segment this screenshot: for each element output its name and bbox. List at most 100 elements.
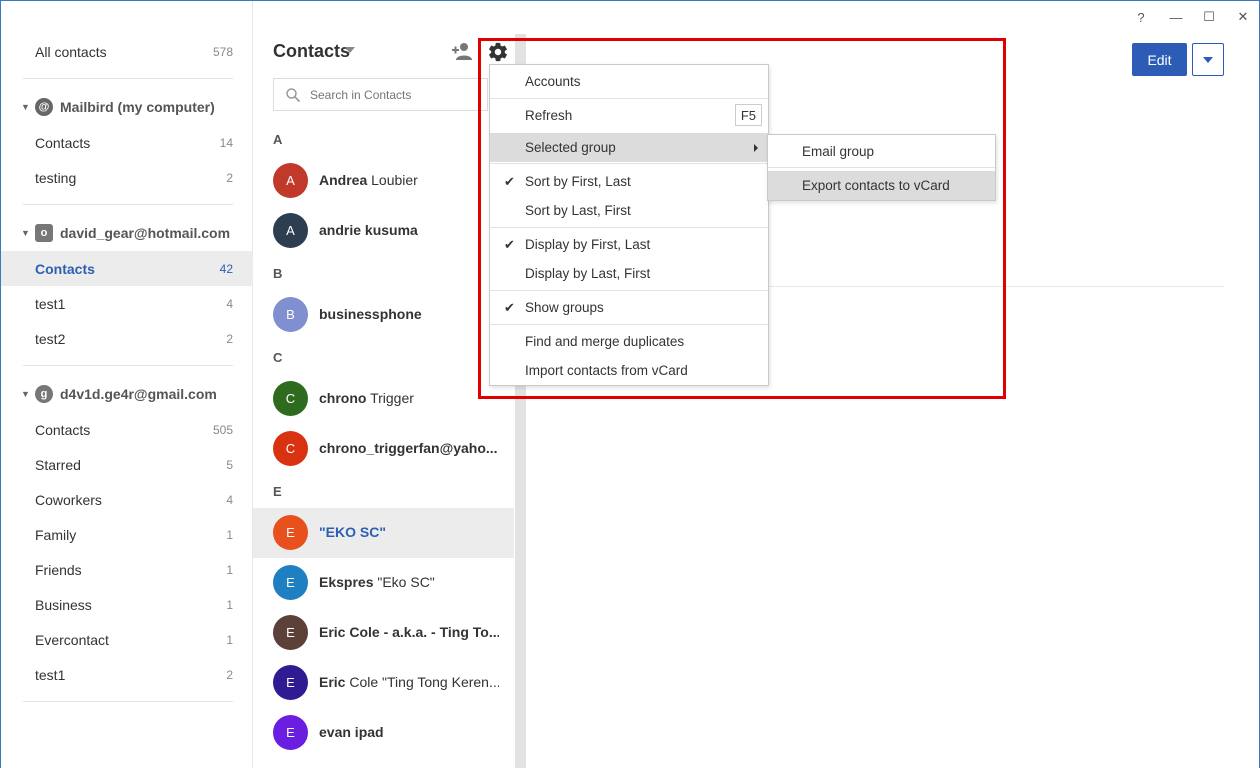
avatar: E — [273, 665, 308, 700]
mailbird-icon: @ — [35, 98, 53, 116]
contact-row[interactable]: A Andrea Loubier — [253, 156, 514, 206]
caret-down-icon[interactable] — [345, 47, 355, 53]
checkmark-icon: ✔ — [504, 236, 515, 252]
gear-icon[interactable] — [487, 41, 509, 63]
sidebar-item-count: 2 — [226, 331, 233, 346]
contact-row[interactable]: C chrono_triggerfan@yaho... — [253, 424, 514, 474]
sidebar-item-count: 1 — [226, 597, 233, 612]
contact-row[interactable]: E Ekspres "Eko SC" — [253, 558, 514, 608]
contact-list-pane: Contacts A A Andrea Loubier A andrie kus… — [253, 1, 515, 768]
chevron-down-icon[interactable]: ▼ — [21, 102, 30, 112]
sidebar-item-coworkers[interactable]: Coworkers 4 — [1, 482, 253, 517]
contact-row[interactable]: B businessphone — [253, 290, 514, 340]
avatar: E — [273, 615, 308, 650]
contact-row[interactable]: C chrono Trigger — [253, 374, 514, 424]
menu-item-display-last-first[interactable]: Display by Last, First — [490, 259, 768, 288]
account-name: d4v1d.ge4r@gmail.com — [60, 386, 217, 402]
sidebar-item-label: Business — [35, 596, 92, 613]
sidebar-item-label: test2 — [35, 330, 66, 347]
chevron-down-icon[interactable]: ▼ — [21, 228, 30, 238]
minimize-button[interactable]: — — [1164, 7, 1188, 27]
avatar: A — [273, 163, 308, 198]
sidebar-item-count: 4 — [226, 296, 233, 311]
menu-item-sort-last-first[interactable]: Sort by Last, First — [490, 196, 768, 225]
menu-item-accounts[interactable]: Accounts — [490, 67, 768, 96]
checkmark-icon: ✔ — [504, 173, 515, 189]
menu-item-label: Selected group — [525, 140, 616, 155]
menu-item-export-vcard[interactable]: Export contacts to vCard — [768, 171, 995, 200]
avatar: A — [273, 213, 308, 248]
section-letter: C — [273, 350, 283, 365]
contact-name: Ekspres "Eko SC" — [319, 574, 435, 590]
sidebar-item-testing[interactable]: testing 2 — [1, 160, 253, 195]
contact-name: chrono_triggerfan@yaho... — [319, 440, 498, 456]
sidebar-item-label: test1 — [35, 295, 66, 312]
avatar: E — [273, 515, 308, 550]
contact-name: "EKO SC" — [319, 524, 386, 540]
sidebar-item-test2[interactable]: test2 2 — [1, 321, 253, 356]
sidebar-item-friends[interactable]: Friends 1 — [1, 552, 253, 587]
search-box[interactable] — [273, 78, 488, 111]
sidebar-item-label: Starred — [35, 456, 81, 473]
sidebar-item-label: test1 — [35, 666, 66, 683]
contact-row[interactable]: E Eric Cole "Ting Tong Keren... — [253, 658, 514, 708]
chevron-down-icon[interactable]: ▼ — [21, 389, 30, 399]
contact-row-selected[interactable]: E "EKO SC" — [253, 508, 514, 558]
sidebar-item-contacts[interactable]: Contacts 505 — [1, 412, 253, 447]
search-input[interactable] — [310, 85, 480, 105]
menu-item-selected-group[interactable]: Selected group — [490, 133, 768, 162]
menu-item-label: Import contacts from vCard — [525, 363, 688, 378]
close-button[interactable]: ✕ — [1231, 7, 1255, 27]
sidebar-item-test1[interactable]: test1 4 — [1, 286, 253, 321]
selected-group-submenu: Email group Export contacts to vCard — [767, 134, 996, 201]
sidebar-item-all-contacts[interactable]: All contacts 578 — [1, 34, 253, 69]
contact-row[interactable]: A andrie kusuma — [253, 206, 514, 256]
sidebar-item-business[interactable]: Business 1 — [1, 587, 253, 622]
menu-item-label: Show groups — [525, 300, 604, 315]
menu-item-sort-first-last[interactable]: ✔ Sort by First, Last — [490, 167, 768, 196]
menu-item-show-groups[interactable]: ✔ Show groups — [490, 293, 768, 322]
submenu-arrow-icon — [754, 144, 758, 152]
divider — [23, 78, 233, 79]
account-header-gmail[interactable]: ▼ g d4v1d.ge4r@gmail.com — [1, 379, 253, 409]
caret-down-icon — [1203, 56, 1213, 63]
menu-item-find-merge[interactable]: Find and merge duplicates — [490, 327, 768, 356]
avatar: C — [273, 431, 308, 466]
contact-name: Eric Cole "Ting Tong Keren... — [319, 674, 499, 690]
menu-item-label: Sort by First, Last — [525, 174, 631, 189]
sidebar-item-label: Contacts — [35, 134, 91, 151]
sidebar-item-count: 2 — [226, 170, 233, 185]
menu-item-display-first-last[interactable]: ✔ Display by First, Last — [490, 230, 768, 259]
contact-row[interactable]: E Eric Cole - a.k.a. - Ting To... — [253, 608, 514, 658]
edit-button[interactable]: Edit — [1132, 43, 1187, 76]
sidebar-item-test1[interactable]: test1 2 — [1, 657, 253, 692]
sidebar-item-count: 2 — [226, 667, 233, 682]
menu-item-label: Sort by Last, First — [525, 203, 631, 218]
avatar: B — [273, 297, 308, 332]
menu-item-import-vcard[interactable]: Import contacts from vCard — [490, 356, 768, 385]
contact-name: andrie kusuma — [319, 222, 418, 238]
sidebar-item-count: 1 — [226, 562, 233, 577]
sidebar-item-starred[interactable]: Starred 5 — [1, 447, 253, 482]
sidebar-item-count: 1 — [226, 632, 233, 647]
more-options-button[interactable] — [1192, 43, 1224, 76]
sidebar-item-evercontact[interactable]: Evercontact 1 — [1, 622, 253, 657]
sidebar-item-contacts[interactable]: Contacts 14 — [1, 125, 253, 160]
account-header-hotmail[interactable]: ▼ o david_gear@hotmail.com — [1, 218, 253, 248]
menu-item-email-group[interactable]: Email group — [768, 137, 995, 166]
contact-row[interactable]: E evan ipad — [253, 708, 514, 758]
add-contact-icon[interactable] — [451, 41, 473, 61]
menu-item-refresh[interactable]: Refresh F5 — [490, 101, 768, 130]
contacts-title[interactable]: Contacts — [273, 41, 350, 62]
contact-name: Andrea Loubier — [319, 172, 418, 188]
menu-separator — [768, 167, 995, 168]
menu-item-label: Export contacts to vCard — [802, 178, 950, 193]
sidebar-item-contacts[interactable]: Contacts 42 — [1, 251, 253, 286]
shortcut-key: F5 — [734, 104, 762, 126]
help-icon[interactable]: ? — [1129, 7, 1153, 27]
section-letter: A — [273, 132, 283, 147]
account-header-mailbird[interactable]: ▼ @ Mailbird (my computer) — [1, 92, 253, 122]
sidebar-item-count: 578 — [212, 44, 233, 59]
maximize-button[interactable]: ☐ — [1197, 7, 1221, 27]
sidebar-item-family[interactable]: Family 1 — [1, 517, 253, 552]
